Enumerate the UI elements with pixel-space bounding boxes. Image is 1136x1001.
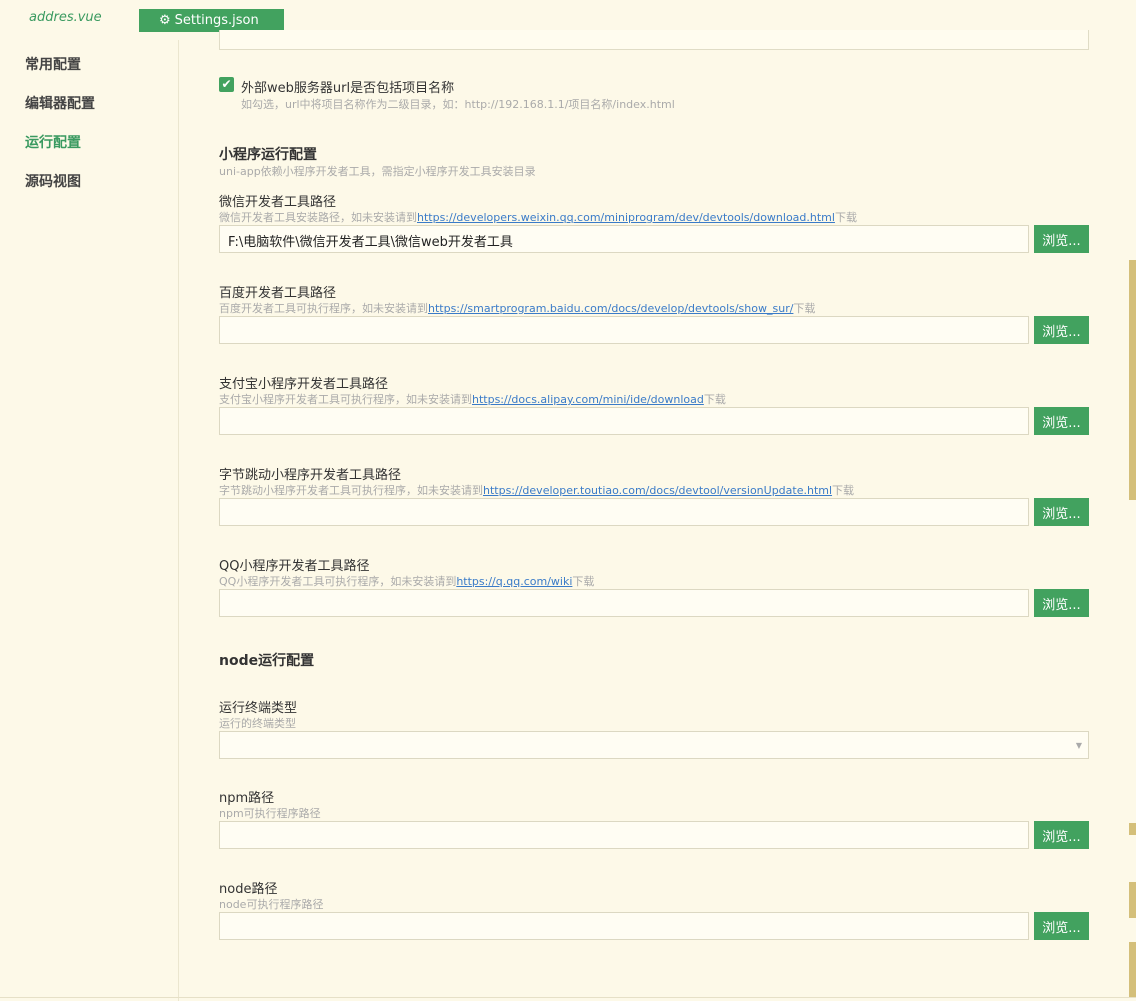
npm-path-input[interactable] (219, 821, 1029, 849)
webserver-url-checkbox[interactable]: ✔ (219, 77, 234, 92)
scrollbar-marker (1129, 882, 1136, 918)
desc-text: 百度开发者工具可执行程序，如未安装请到 (219, 302, 428, 315)
desc-suffix: 下载 (572, 575, 595, 588)
node-section-title: node运行配置 (219, 653, 315, 669)
toutiao-devtools-desc: 字节跳动小程序开发者工具可执行程序，如未安装请到https://develope… (219, 482, 854, 498)
wechat-devtools-label: 微信开发者工具路径 (219, 195, 337, 210)
baidu-browse-button[interactable]: 浏览... (1034, 316, 1089, 344)
tab-settings-json[interactable]: ⚙ Settings.json (139, 9, 284, 32)
alipay-devtools-label: 支付宝小程序开发者工具路径 (219, 377, 389, 392)
desc-suffix: 下载 (832, 484, 855, 497)
desc-text: 支付宝小程序开发者工具可执行程序，如未安装请到 (219, 393, 472, 406)
wechat-download-link[interactable]: https://developers.weixin.qq.com/minipro… (417, 211, 835, 224)
tab-settings-label: Settings.json (174, 13, 259, 28)
alipay-devtools-path-input[interactable] (219, 407, 1029, 435)
node-browse-button[interactable]: 浏览... (1034, 912, 1089, 940)
qq-download-link[interactable]: https://q.qq.com/wiki (456, 575, 572, 588)
node-path-label: node路径 (219, 882, 278, 897)
terminal-type-select[interactable]: ▼ (219, 731, 1089, 759)
qq-browse-button[interactable]: 浏览... (1034, 589, 1089, 617)
sidebar-item-general[interactable]: 常用配置 (25, 54, 81, 74)
desc-text: 微信开发者工具安装路径，如未安装请到 (219, 211, 417, 224)
baidu-devtools-label: 百度开发者工具路径 (219, 286, 337, 301)
gear-icon: ⚙ (159, 13, 171, 28)
toutiao-devtools-label: 字节跳动小程序开发者工具路径 (219, 468, 402, 483)
desc-suffix: 下载 (834, 211, 857, 224)
alipay-download-link[interactable]: https://docs.alipay.com/mini/ide/downloa… (472, 393, 704, 406)
wechat-devtools-desc: 微信开发者工具安装路径，如未安装请到https://developers.wei… (219, 209, 857, 225)
terminal-type-desc: 运行的终端类型 (219, 717, 296, 730)
qq-devtools-label: QQ小程序开发者工具路径 (219, 559, 370, 574)
previous-input-field[interactable] (219, 30, 1089, 50)
npm-browse-button[interactable]: 浏览... (1034, 821, 1089, 849)
desc-suffix: 下载 (703, 393, 726, 406)
desc-suffix: 下载 (793, 302, 816, 315)
baidu-devtools-desc: 百度开发者工具可执行程序，如未安装请到https://smartprogram.… (219, 300, 815, 316)
qq-devtools-desc: QQ小程序开发者工具可执行程序，如未安装请到https://q.qq.com/w… (219, 573, 594, 589)
sidebar-item-editor[interactable]: 编辑器配置 (25, 93, 95, 113)
baidu-download-link[interactable]: https://smartprogram.baidu.com/docs/deve… (428, 302, 793, 315)
chevron-down-icon: ▼ (1075, 741, 1082, 750)
baidu-devtools-path-input[interactable] (219, 316, 1029, 344)
toutiao-devtools-path-input[interactable] (219, 498, 1029, 526)
webserver-url-label: 外部web服务器url是否包括项目名称 (241, 81, 455, 96)
sidebar-item-run[interactable]: 运行配置 (25, 132, 81, 152)
toutiao-browse-button[interactable]: 浏览... (1034, 498, 1089, 526)
scrollbar-marker (1129, 823, 1136, 835)
desc-text: QQ小程序开发者工具可执行程序，如未安装请到 (219, 575, 457, 588)
sidebar-item-source[interactable]: 源码视图 (25, 171, 81, 191)
wechat-browse-button[interactable]: 浏览... (1034, 225, 1089, 253)
wechat-devtools-path-input[interactable]: F:\电脑软件\微信开发者工具\微信web开发者工具 (219, 225, 1029, 253)
npm-path-label: npm路径 (219, 791, 275, 806)
alipay-devtools-desc: 支付宝小程序开发者工具可执行程序，如未安装请到https://docs.alip… (219, 391, 726, 407)
npm-path-desc: npm可执行程序路径 (219, 807, 321, 820)
miniprogram-section-desc: uni-app依赖小程序开发者工具，需指定小程序开发工具安装目录 (219, 165, 536, 178)
qq-devtools-path-input[interactable] (219, 589, 1029, 617)
miniprogram-section-title: 小程序运行配置 (219, 147, 317, 163)
tab-addres-vue[interactable]: addres.vue (29, 10, 102, 25)
divider (0, 997, 1136, 998)
toutiao-download-link[interactable]: https://developer.toutiao.com/docs/devto… (483, 484, 832, 497)
alipay-browse-button[interactable]: 浏览... (1034, 407, 1089, 435)
scrollbar-thumb[interactable] (1129, 260, 1136, 500)
desc-text: 字节跳动小程序开发者工具可执行程序，如未安装请到 (219, 484, 483, 497)
scrollbar-marker (1129, 942, 1136, 997)
webserver-url-desc: 如勾选，url中将项目名称作为二级目录，如：http://192.168.1.1… (241, 98, 675, 111)
node-path-desc: node可执行程序路径 (219, 898, 324, 911)
node-path-input[interactable] (219, 912, 1029, 940)
terminal-type-label: 运行终端类型 (219, 701, 298, 716)
